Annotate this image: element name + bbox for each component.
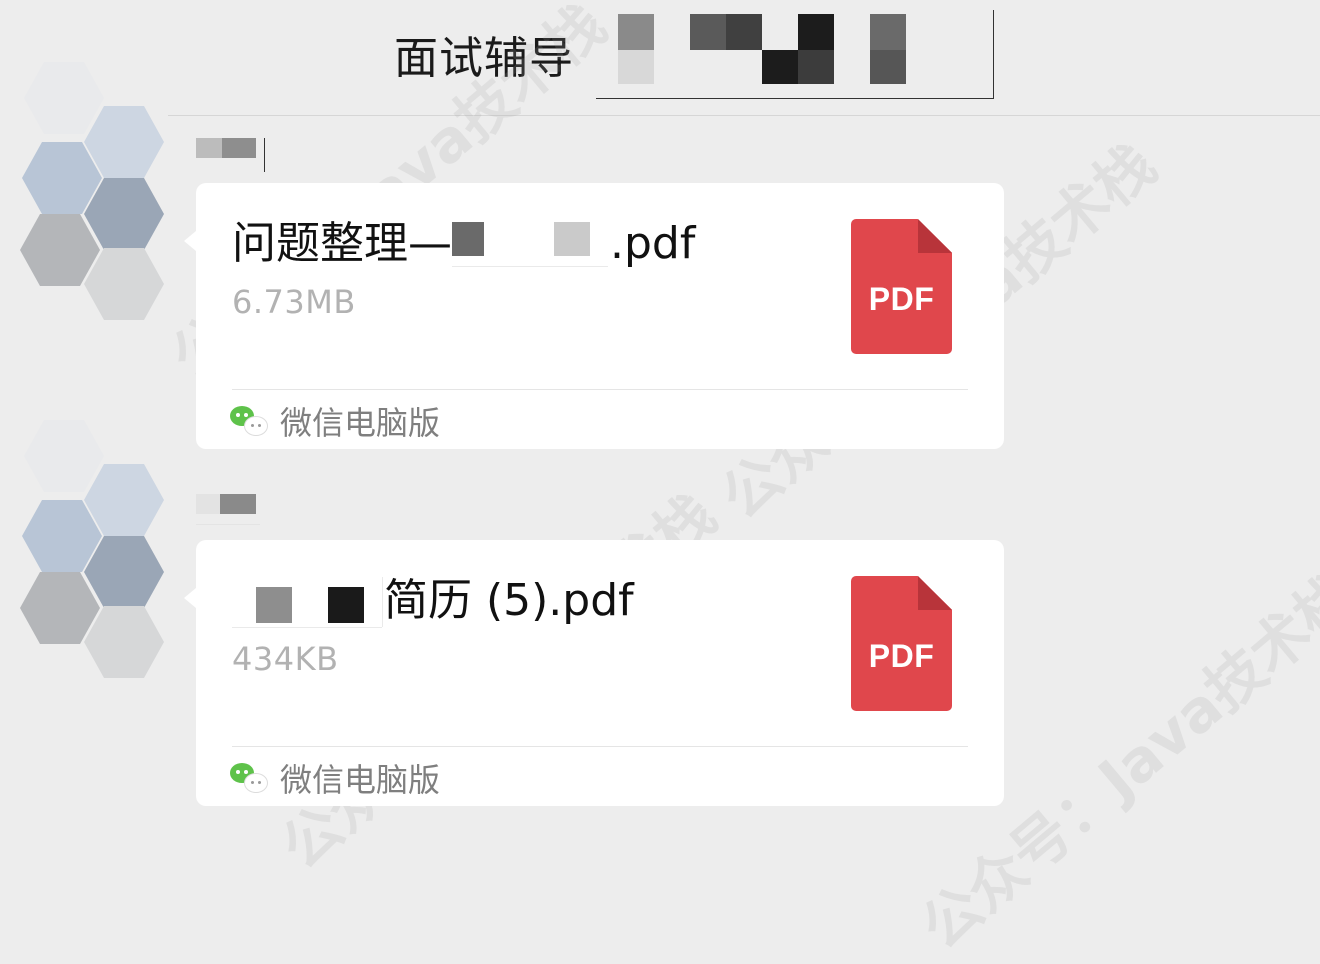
wechat-icon xyxy=(230,404,268,438)
file-size: 434KB xyxy=(232,640,339,678)
pdf-file-icon: PDF xyxy=(851,576,952,711)
file-name-redacted-mosaic xyxy=(452,220,610,268)
sender-avatar[interactable] xyxy=(18,62,166,320)
sender-avatar[interactable] xyxy=(18,420,166,678)
source-app: 微信电脑版 xyxy=(230,756,440,800)
file-name: 简历 (5).pdf xyxy=(232,570,634,632)
source-app-label: 微信电脑版 xyxy=(280,761,441,799)
pdf-icon-label: PDF xyxy=(868,281,935,317)
wechat-icon xyxy=(230,761,268,795)
file-name-suffix: .pdf xyxy=(610,218,696,269)
file-name-redacted-mosaic xyxy=(232,577,384,628)
sender-name-redacted xyxy=(196,494,266,525)
file-name: 问题整理— .pdf xyxy=(232,213,695,275)
chat-title: 面试辅导 xyxy=(394,33,574,84)
pdf-icon-label: PDF xyxy=(868,638,935,674)
file-message-card[interactable]: 简历 (5).pdf 434KB PDF 微信电脑版 xyxy=(184,540,1004,806)
source-app-label: 微信电脑版 xyxy=(280,404,441,442)
card-divider xyxy=(232,746,968,747)
file-name-prefix: 问题整理— xyxy=(232,218,452,269)
title-redaction-edge xyxy=(993,10,994,99)
file-size: 6.73MB xyxy=(232,283,356,321)
pdf-file-icon: PDF xyxy=(851,219,952,354)
file-message-card[interactable]: 问题整理— .pdf 6.73MB PDF 微信电脑版 xyxy=(184,183,1004,449)
card-divider xyxy=(232,389,968,390)
chat-header: 面试辅导 xyxy=(168,0,1320,116)
title-redaction-underline xyxy=(596,98,994,99)
sender-name-redacted xyxy=(196,138,266,172)
file-name-suffix: 简历 (5).pdf xyxy=(384,575,634,626)
title-redacted-mosaic xyxy=(618,14,908,84)
source-app: 微信电脑版 xyxy=(230,399,440,443)
